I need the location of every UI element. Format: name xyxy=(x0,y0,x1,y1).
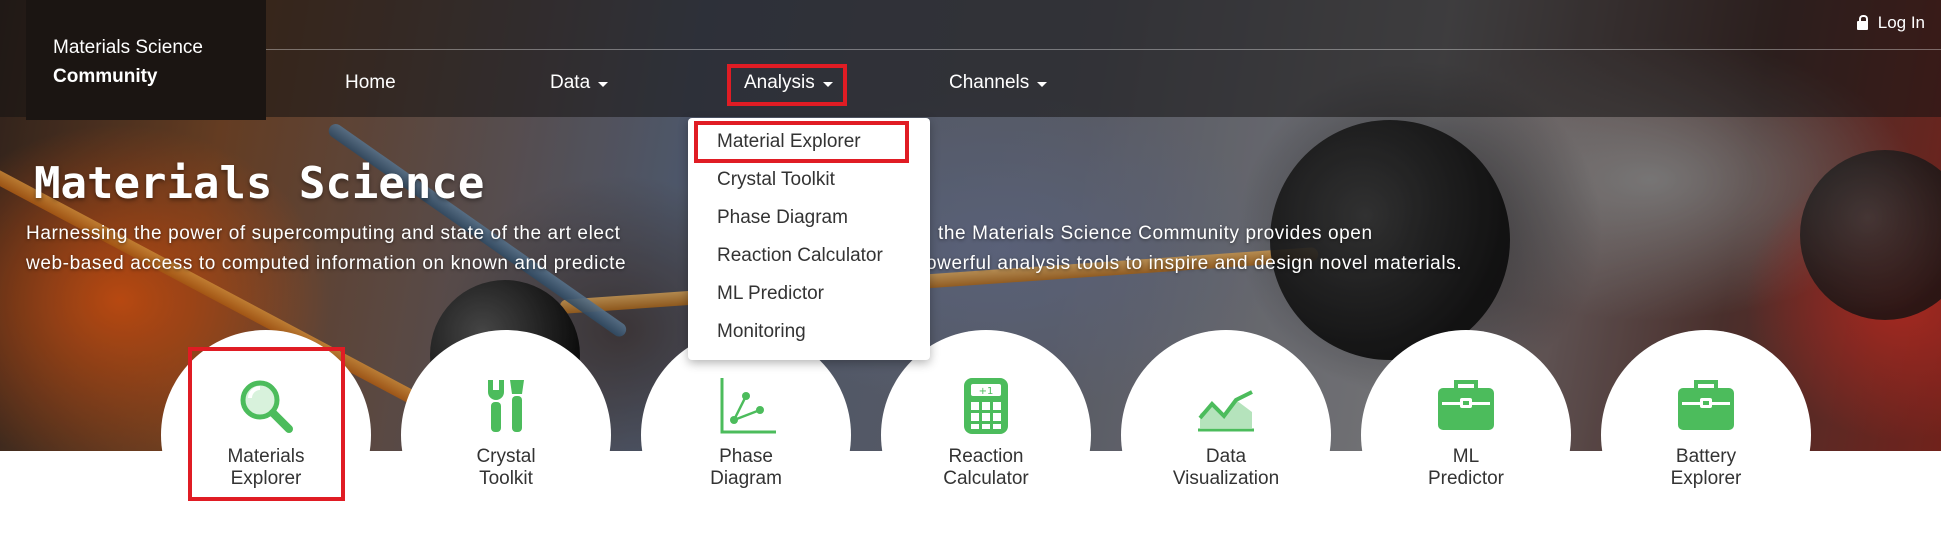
tools-icon xyxy=(488,380,524,432)
app-label-line2: Diagram xyxy=(710,468,782,489)
toolbox-icon xyxy=(1678,380,1734,430)
navbar-divider xyxy=(265,49,1941,50)
app-label-line2: Toolkit xyxy=(479,468,533,489)
svg-text:+1: +1 xyxy=(979,386,994,397)
scatter-plot-icon xyxy=(720,378,776,434)
app-card-ml-predictor[interactable]: ML Predictor xyxy=(1361,330,1571,540)
app-label-line1: Battery xyxy=(1675,446,1737,467)
app-label-line2: Explorer xyxy=(1670,468,1742,489)
menu-item-phase-diagram[interactable]: Phase Diagram xyxy=(717,207,848,229)
nav-data[interactable]: Data xyxy=(550,72,609,94)
toolbox-icon xyxy=(1438,380,1494,430)
app-label-line2: Visualization xyxy=(1172,468,1280,489)
app-card-crystal-toolkit[interactable]: Crystal Toolkit xyxy=(401,330,611,540)
hero-description-line2a: web-based access to computed information… xyxy=(26,253,627,274)
login-link[interactable]: Log In xyxy=(1856,13,1925,33)
material-explorer-highlight-box xyxy=(694,121,909,163)
app-label-line1: ML xyxy=(1452,446,1480,467)
page-title: Materials Science xyxy=(34,158,485,209)
login-label: Log In xyxy=(1877,13,1925,32)
area-chart-icon xyxy=(1198,390,1254,432)
app-label-line2: Predictor xyxy=(1427,468,1505,489)
hero-description-line1b: the Materials Science Community provides… xyxy=(938,223,1373,244)
hero-description-line2b: owerful analysis tools to inspire and de… xyxy=(926,253,1463,274)
hero-description-line1a: Harnessing the power of supercomputing a… xyxy=(26,223,621,244)
brand-line1: Materials Science xyxy=(53,37,203,58)
nav-data-label: Data xyxy=(550,72,591,93)
app-label-line1: Data xyxy=(1205,446,1247,467)
menu-item-ml-predictor[interactable]: ML Predictor xyxy=(717,283,824,305)
app-card-data-visualization[interactable]: Data Visualization xyxy=(1121,330,1331,540)
materials-explorer-highlight-box xyxy=(188,347,345,501)
brand-logo[interactable]: Materials Science Community xyxy=(26,0,266,120)
app-label-line1: Crystal xyxy=(476,446,536,467)
nav-channels[interactable]: Channels xyxy=(949,72,1048,94)
lock-icon xyxy=(1856,14,1868,30)
app-label-line1: Reaction xyxy=(948,446,1024,467)
app-label-line2: Calculator xyxy=(943,468,1029,489)
chevron-down-icon xyxy=(1037,82,1048,87)
nav-home[interactable]: Home xyxy=(345,72,396,94)
menu-item-reaction-calculator[interactable]: Reaction Calculator xyxy=(717,245,883,267)
menu-item-crystal-toolkit[interactable]: Crystal Toolkit xyxy=(717,169,835,191)
nav-home-label: Home xyxy=(345,72,396,93)
chevron-down-icon xyxy=(598,82,609,87)
calculator-icon: +1 xyxy=(964,378,1008,434)
app-card-battery-explorer[interactable]: Battery Explorer xyxy=(1601,330,1811,540)
brand-line2: Community xyxy=(53,66,158,87)
analysis-highlight-box xyxy=(727,64,847,106)
top-navbar xyxy=(0,0,1941,117)
menu-item-monitoring[interactable]: Monitoring xyxy=(717,321,806,343)
app-label-line1: Phase xyxy=(719,446,773,467)
nav-channels-label: Channels xyxy=(949,72,1030,93)
